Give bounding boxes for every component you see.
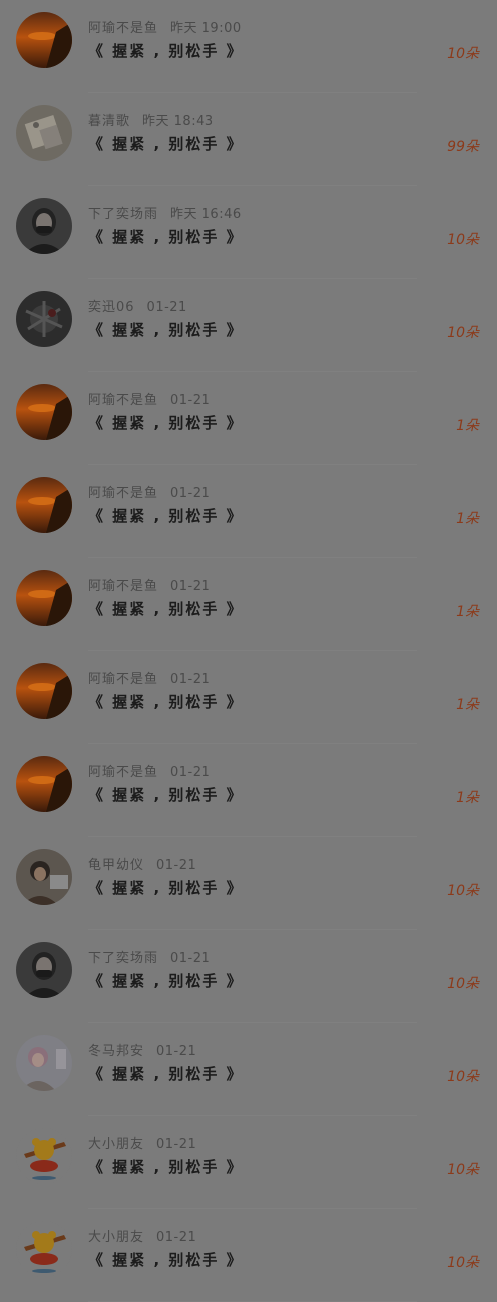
timestamp: 01-21: [156, 858, 197, 873]
timestamp: 01-21: [146, 300, 187, 315]
sender-name[interactable]: 冬马邦安: [88, 1044, 144, 1059]
sender-name[interactable]: 龟甲幼仪: [88, 858, 144, 873]
avatar[interactable]: [16, 12, 72, 68]
sender-meta: 阿瑜不是鱼 01-21: [88, 575, 210, 594]
timestamp: 01-21: [170, 672, 211, 687]
timestamp: 01-21: [170, 579, 211, 594]
work-title[interactable]: 《 握紧 , 别松手 》: [88, 784, 244, 805]
sender-name[interactable]: 奕迅06: [88, 300, 135, 315]
sender-meta: 暮清歌 昨天 18:43: [88, 110, 214, 129]
work-title[interactable]: 《 握紧 , 别松手 》: [88, 319, 244, 340]
avatar[interactable]: [16, 1221, 72, 1277]
avatar[interactable]: [16, 477, 72, 533]
timestamp: 01-21: [156, 1137, 197, 1152]
avatar[interactable]: [16, 756, 72, 812]
work-title[interactable]: 《 握紧 , 别松手 》: [88, 970, 244, 991]
work-title[interactable]: 《 握紧 , 别松手 》: [88, 598, 244, 619]
sender-meta: 阿瑜不是鱼 01-21: [88, 761, 210, 780]
list-item[interactable]: 龟甲幼仪 01-21 《 握紧 , 别松手 》 10朵: [0, 837, 497, 930]
avatar[interactable]: [16, 291, 72, 347]
work-title[interactable]: 《 握紧 , 别松手 》: [88, 691, 244, 712]
work-title[interactable]: 《 握紧 , 别松手 》: [88, 1063, 244, 1084]
timestamp: 01-21: [156, 1044, 197, 1059]
sender-meta: 阿瑜不是鱼 昨天 19:00: [88, 17, 242, 36]
timestamp: 01-21: [170, 765, 211, 780]
sender-name[interactable]: 下了奕场雨: [88, 207, 158, 222]
avatar[interactable]: [16, 663, 72, 719]
avatar[interactable]: [16, 849, 72, 905]
list-item[interactable]: 阿瑜不是鱼 01-21 《 握紧 , 别松手 》 1朵: [0, 465, 497, 558]
sender-meta: 龟甲幼仪 01-21: [88, 854, 196, 873]
work-title[interactable]: 《 握紧 , 别松手 》: [88, 226, 244, 247]
flower-count: 1朵: [456, 418, 479, 434]
sender-name[interactable]: 大小朋友: [88, 1230, 144, 1245]
sender-name[interactable]: 阿瑜不是鱼: [88, 579, 158, 594]
work-title[interactable]: 《 握紧 , 别松手 》: [88, 133, 244, 154]
avatar[interactable]: [16, 570, 72, 626]
list-item[interactable]: 奕迅06 01-21 《 握紧 , 别松手 》 10朵: [0, 279, 497, 372]
flower-count: 1朵: [456, 604, 479, 620]
flower-count: 10朵: [447, 976, 479, 992]
list-item[interactable]: 大小朋友 01-21 《 握紧 , 别松手 》 10朵: [0, 1209, 497, 1302]
list-item[interactable]: 阿瑜不是鱼 01-21 《 握紧 , 别松手 》 1朵: [0, 651, 497, 744]
flower-count: 10朵: [447, 1162, 479, 1178]
flower-count: 1朵: [456, 511, 479, 527]
sender-name[interactable]: 阿瑜不是鱼: [88, 486, 158, 501]
sender-meta: 阿瑜不是鱼 01-21: [88, 668, 210, 687]
sender-name[interactable]: 阿瑜不是鱼: [88, 672, 158, 687]
sender-meta: 冬马邦安 01-21: [88, 1040, 196, 1059]
sender-meta: 大小朋友 01-21: [88, 1226, 196, 1245]
flower-count: 10朵: [447, 232, 479, 248]
gift-list: 阿瑜不是鱼 昨天 19:00 《 握紧 , 别松手 》 10朵 暮清歌 昨天 18:43 《…: [0, 0, 497, 1302]
avatar[interactable]: [16, 105, 72, 161]
sender-name[interactable]: 阿瑜不是鱼: [88, 393, 158, 408]
timestamp: 01-21: [170, 951, 211, 966]
timestamp: 01-21: [170, 486, 211, 501]
timestamp: 01-21: [170, 393, 211, 408]
list-item[interactable]: 阿瑜不是鱼 01-21 《 握紧 , 别松手 》 1朵: [0, 372, 497, 465]
list-item[interactable]: 阿瑜不是鱼 昨天 19:00 《 握紧 , 别松手 》 10朵: [0, 0, 497, 93]
avatar[interactable]: [16, 1035, 72, 1091]
sender-meta: 大小朋友 01-21: [88, 1133, 196, 1152]
flower-count: 1朵: [456, 790, 479, 806]
sender-name[interactable]: 下了奕场雨: [88, 951, 158, 966]
sender-name[interactable]: 大小朋友: [88, 1137, 144, 1152]
list-item[interactable]: 阿瑜不是鱼 01-21 《 握紧 , 别松手 》 1朵: [0, 744, 497, 837]
sender-name[interactable]: 阿瑜不是鱼: [88, 21, 158, 36]
avatar[interactable]: [16, 384, 72, 440]
timestamp: 昨天 19:00: [170, 21, 242, 36]
timestamp: 昨天 16:46: [170, 207, 242, 222]
sender-meta: 下了奕场雨 01-21: [88, 947, 210, 966]
sender-name[interactable]: 阿瑜不是鱼: [88, 765, 158, 780]
flower-count: 99朵: [447, 139, 479, 155]
sender-meta: 阿瑜不是鱼 01-21: [88, 482, 210, 501]
flower-count: 10朵: [447, 325, 479, 341]
work-title[interactable]: 《 握紧 , 别松手 》: [88, 1156, 244, 1177]
work-title[interactable]: 《 握紧 , 别松手 》: [88, 877, 244, 898]
sender-meta: 奕迅06 01-21: [88, 296, 187, 315]
flower-count: 10朵: [447, 883, 479, 899]
work-title[interactable]: 《 握紧 , 别松手 》: [88, 505, 244, 526]
list-item[interactable]: 下了奕场雨 01-21 《 握紧 , 别松手 》 10朵: [0, 930, 497, 1023]
flower-count: 10朵: [447, 1255, 479, 1271]
avatar[interactable]: [16, 1128, 72, 1184]
list-item[interactable]: 暮清歌 昨天 18:43 《 握紧 , 别松手 》 99朵: [0, 93, 497, 186]
work-title[interactable]: 《 握紧 , 别松手 》: [88, 412, 244, 433]
list-item[interactable]: 大小朋友 01-21 《 握紧 , 别松手 》 10朵: [0, 1116, 497, 1209]
timestamp: 昨天 18:43: [142, 114, 214, 129]
flower-count: 1朵: [456, 697, 479, 713]
flower-count: 10朵: [447, 1069, 479, 1085]
sender-meta: 下了奕场雨 昨天 16:46: [88, 203, 242, 222]
timestamp: 01-21: [156, 1230, 197, 1245]
list-item[interactable]: 冬马邦安 01-21 《 握紧 , 别松手 》 10朵: [0, 1023, 497, 1116]
flower-count: 10朵: [447, 46, 479, 62]
list-item[interactable]: 下了奕场雨 昨天 16:46 《 握紧 , 别松手 》 10朵: [0, 186, 497, 279]
work-title[interactable]: 《 握紧 , 别松手 》: [88, 40, 244, 61]
work-title[interactable]: 《 握紧 , 别松手 》: [88, 1249, 244, 1270]
sender-name[interactable]: 暮清歌: [88, 114, 130, 129]
avatar[interactable]: [16, 198, 72, 254]
sender-meta: 阿瑜不是鱼 01-21: [88, 389, 210, 408]
list-item[interactable]: 阿瑜不是鱼 01-21 《 握紧 , 别松手 》 1朵: [0, 558, 497, 651]
avatar[interactable]: [16, 942, 72, 998]
